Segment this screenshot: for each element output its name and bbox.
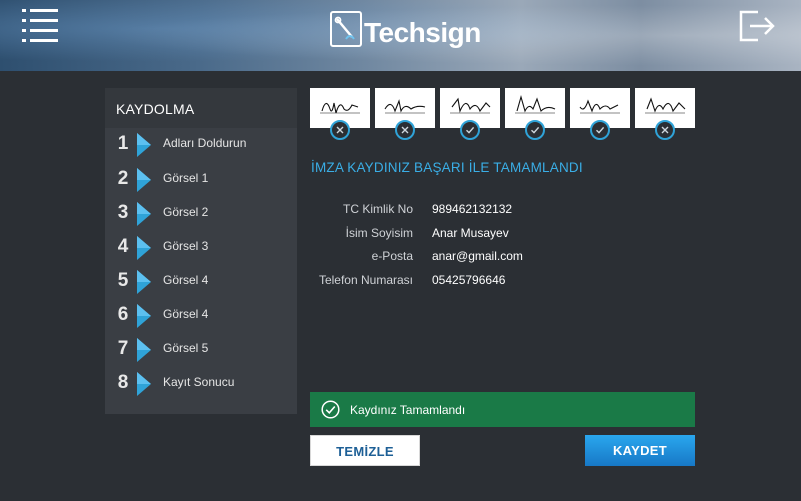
play-arrow-icon — [137, 338, 151, 362]
check-icon — [590, 120, 610, 140]
check-icon — [460, 120, 480, 140]
step-item[interactable]: 7 Görsel 5 — [105, 334, 297, 364]
signature-image — [384, 99, 426, 114]
step-label: Görsel 1 — [163, 171, 209, 185]
phone-value: 05425796646 — [432, 273, 506, 287]
signature-thumbnail[interactable] — [375, 88, 435, 140]
email-value: anar@gmail.com — [432, 249, 523, 263]
play-arrow-icon — [137, 168, 151, 192]
x-icon — [655, 120, 675, 140]
step-label: Görsel 2 — [163, 205, 209, 219]
step-number: 2 — [117, 168, 129, 189]
clear-button[interactable]: TEMİZLE — [310, 435, 420, 466]
phone-label: Telefon Numarası — [318, 273, 413, 287]
tc-kimlik-label: TC Kimlik No — [342, 202, 413, 216]
signature-image — [515, 94, 556, 114]
sidebar-title: KAYDOLMA — [105, 88, 297, 128]
signature-thumbnail[interactable] — [570, 88, 630, 140]
step-item[interactable]: 1 Adları Doldurun — [105, 129, 297, 159]
step-item[interactable]: 3 Görsel 2 — [105, 198, 297, 228]
step-number: 7 — [117, 338, 129, 359]
step-number: 4 — [117, 236, 129, 257]
signature-thumbnail[interactable] — [635, 88, 695, 140]
step-label: Görsel 4 — [163, 307, 209, 321]
step-number: 1 — [117, 133, 129, 154]
step-label: Kayıt Sonucu — [163, 375, 235, 389]
check-icon — [525, 120, 545, 140]
play-arrow-icon — [137, 372, 151, 396]
play-arrow-icon — [137, 133, 151, 157]
success-message: Kaydınız Tamamlandı — [350, 403, 466, 417]
email-label: e-Posta — [371, 249, 413, 263]
step-item[interactable]: 8 Kayıt Sonucu — [105, 368, 297, 398]
tc-kimlik-value: 989462132132 — [432, 202, 513, 216]
result-title: İMZA KAYDINIZ BAŞARI İLE TAMAMLANDI — [311, 160, 583, 175]
play-arrow-icon — [137, 202, 151, 226]
check-circle-icon — [321, 400, 340, 419]
step-number: 8 — [117, 372, 129, 393]
step-item[interactable]: 5 Görsel 4 — [105, 266, 297, 296]
step-number: 3 — [117, 202, 129, 223]
play-arrow-icon — [137, 270, 151, 294]
step-label: Görsel 3 — [163, 239, 209, 253]
signature-thumbnail[interactable] — [310, 88, 370, 140]
app-header: Techsign — [0, 0, 801, 71]
step-item[interactable]: 6 Görsel 4 — [105, 300, 297, 330]
name-value: Anar Musayev — [432, 226, 509, 240]
pen-logo-icon — [330, 11, 362, 47]
techsign-logo: Techsign — [330, 11, 481, 51]
signature-thumbnail[interactable] — [505, 88, 565, 140]
signature-image — [645, 97, 686, 114]
logout-icon[interactable] — [738, 9, 776, 43]
step-label: Görsel 5 — [163, 341, 209, 355]
logo-text: Techsign — [364, 17, 481, 48]
signature-image — [320, 102, 360, 114]
play-arrow-icon — [137, 304, 151, 328]
save-button[interactable]: KAYDET — [585, 435, 695, 466]
step-number: 5 — [117, 270, 129, 291]
step-item[interactable]: 2 Görsel 1 — [105, 164, 297, 194]
success-banner: Kaydınız Tamamlandı — [310, 392, 695, 427]
step-number: 6 — [117, 304, 129, 325]
signature-thumbnail[interactable] — [440, 88, 500, 140]
step-item[interactable]: 4 Görsel 3 — [105, 232, 297, 262]
name-label: İsim Soyisim — [345, 226, 413, 240]
step-label: Adları Doldurun — [163, 136, 247, 150]
steps-sidebar: KAYDOLMA 1 Adları Doldurun 2 Görsel 1 3 … — [105, 88, 297, 414]
play-arrow-icon — [137, 236, 151, 260]
signature-image — [579, 99, 620, 114]
hamburger-menu-icon[interactable] — [22, 9, 58, 43]
x-icon — [395, 120, 415, 140]
step-label: Görsel 4 — [163, 273, 209, 287]
x-icon — [330, 120, 350, 140]
signature-image — [450, 97, 491, 114]
